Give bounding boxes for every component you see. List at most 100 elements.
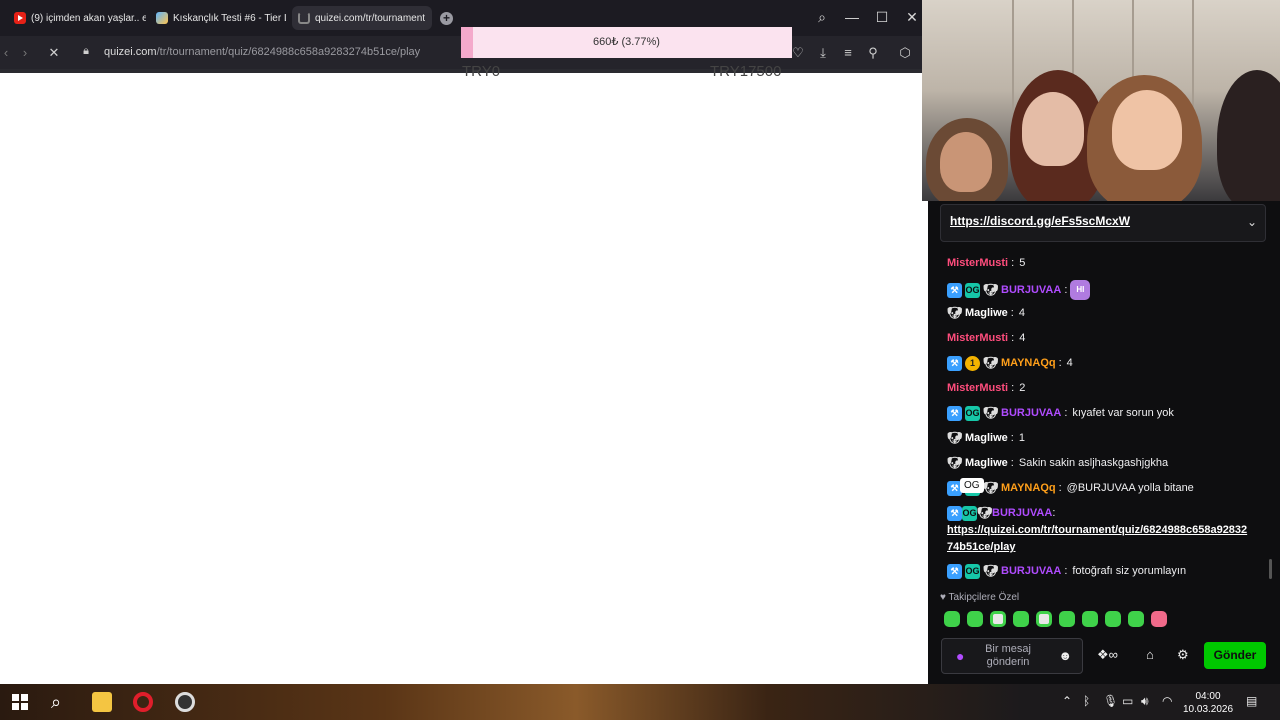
mod-badge-icon[interactable]: ⚒ xyxy=(947,282,962,298)
guest-face xyxy=(1022,92,1084,166)
chat-message: 🐶︎ Magliwe: Sakin sakin asljhaskgashjgkha xyxy=(947,455,1272,472)
mod-badge-icon[interactable]: ⚒ xyxy=(947,564,962,579)
emote-icon[interactable] xyxy=(1013,611,1029,627)
dog-badge-icon[interactable]: 🐶︎ xyxy=(947,306,962,321)
close-icon[interactable]: ✕ xyxy=(902,9,922,26)
emote-icon[interactable] xyxy=(1059,611,1075,627)
search-icon[interactable]: ⌕ xyxy=(51,692,71,712)
emote-icon[interactable] xyxy=(1082,611,1098,627)
chat-text: 4 xyxy=(1019,332,1026,344)
forward-icon[interactable]: › xyxy=(17,45,33,60)
chat-username[interactable]: BURJUVAA xyxy=(992,507,1052,519)
download-icon[interactable]: ⤓ xyxy=(815,45,831,61)
volume-icon[interactable]: 🔊︎ xyxy=(1141,694,1149,709)
microphone-tray-icon[interactable]: 🎙︎ xyxy=(1103,694,1118,708)
chat-username[interactable]: Magliwe xyxy=(965,455,1008,472)
tab-tier-list[interactable]: Kıskançlık Testi #6 - Tier Li xyxy=(156,6,286,30)
chat-username[interactable]: BURJUVAA xyxy=(1001,563,1061,580)
heart-icon[interactable]: ♡ xyxy=(790,45,806,61)
bluetooth-icon[interactable]: ᛒ xyxy=(1083,694,1090,708)
og-badge-icon[interactable]: OG xyxy=(962,505,977,521)
dog-badge-icon[interactable]: 🐶︎ xyxy=(983,564,998,579)
dog-badge-icon[interactable]: 🐶︎ xyxy=(983,406,998,421)
pinned-link[interactable]: https://discord.gg/eFs5scMcxW xyxy=(950,214,1130,228)
emoji-icon[interactable]: ☻ xyxy=(1058,648,1072,663)
emote-icon[interactable] xyxy=(990,611,1006,627)
og-badge-icon[interactable]: OG xyxy=(965,282,980,298)
extensions-icon[interactable]: ⬡ xyxy=(897,45,913,61)
chat-username[interactable]: Magliwe xyxy=(965,305,1008,322)
obs-icon[interactable] xyxy=(175,692,195,712)
chat-username[interactable]: Magliwe xyxy=(965,430,1008,447)
mod-badge-icon[interactable]: ⚒ xyxy=(947,356,962,371)
chat-username[interactable]: MisterMusti xyxy=(947,330,1008,347)
dog-badge-icon[interactable]: 🐶︎ xyxy=(977,506,992,521)
dog-badge-icon[interactable]: 🐶︎ xyxy=(983,356,998,371)
store-icon[interactable]: ⌂ xyxy=(1146,647,1154,662)
clock-time: 04:00 xyxy=(1195,691,1221,702)
coin-badge-icon[interactable]: 1 xyxy=(965,356,980,371)
chat-username[interactable]: BURJUVAA xyxy=(1001,405,1061,422)
emote-icon[interactable] xyxy=(944,611,960,627)
chat-username[interactable]: MAYNAQq xyxy=(1001,480,1056,497)
notifications-icon[interactable]: ▤ xyxy=(1246,694,1257,708)
stop-loading-icon[interactable]: ✕ xyxy=(46,45,62,61)
chat-link[interactable]: 74b51ce/play xyxy=(947,541,1016,553)
file-explorer-icon[interactable] xyxy=(92,692,112,712)
stream-chat: https://discord.gg/eFs5scMcxW ⌄ MisterMu… xyxy=(928,201,1280,684)
dog-badge-icon[interactable]: 🐶︎ xyxy=(983,481,998,496)
chat-username[interactable]: MAYNAQq xyxy=(1001,355,1056,372)
menu-list-icon[interactable]: ≡ xyxy=(840,45,856,60)
tab-youtube[interactable]: (9) içimden akan yaşlar.. e xyxy=(14,6,146,30)
gear-icon[interactable]: ⚙ xyxy=(1177,647,1189,663)
tab-quizei[interactable]: quizei.com/tr/tournament xyxy=(292,6,432,30)
og-badge-icon[interactable]: OG xyxy=(965,406,980,421)
back-icon[interactable]: ‹ xyxy=(0,45,14,60)
minimize-icon[interactable]: — xyxy=(842,9,862,25)
followers-only-label: ♥ Takipçilere Özel xyxy=(940,592,1020,603)
send-button[interactable]: Gönder xyxy=(1204,642,1266,669)
dog-badge-icon[interactable]: 🐶︎ xyxy=(983,283,998,298)
pinned-message[interactable]: https://discord.gg/eFs5scMcxW ⌄ xyxy=(940,204,1266,242)
chat-username[interactable]: BURJUVAA xyxy=(1001,282,1061,299)
battery-icon[interactable]: ▭ xyxy=(1122,694,1133,708)
opera-icon[interactable] xyxy=(133,692,153,712)
emote-icon[interactable] xyxy=(1105,611,1121,627)
mod-badge-icon[interactable]: ⚒ xyxy=(947,406,962,421)
chat-text: @BURJUVAA yolla bitane xyxy=(1066,482,1194,494)
chevron-down-icon[interactable]: ⌄ xyxy=(1247,215,1257,229)
emote-icon[interactable] xyxy=(1128,611,1144,627)
windows-start-icon[interactable] xyxy=(12,694,28,710)
emote-icon[interactable] xyxy=(1036,611,1052,627)
dog-badge-icon[interactable]: 🐶︎ xyxy=(947,431,962,446)
emote-icon[interactable] xyxy=(1151,611,1167,627)
account-icon[interactable]: ⚲ xyxy=(865,45,881,61)
taskbar-clock[interactable]: 04:00 10.03.2026 xyxy=(1183,690,1233,716)
chat-link[interactable]: https://quizei.com/tr/tournament/quiz/68… xyxy=(947,524,1247,536)
wifi-icon[interactable]: ◠ xyxy=(1162,694,1172,708)
og-badge-icon[interactable]: OG xyxy=(965,564,980,579)
scrollbar[interactable] xyxy=(1269,559,1272,579)
chat-text: kıyafet var sorun yok xyxy=(1072,407,1174,419)
dog-badge-icon[interactable]: 🐶︎ xyxy=(947,456,962,471)
search-icon[interactable]: ⌕ xyxy=(812,9,832,26)
emote-icon[interactable] xyxy=(967,611,983,627)
maximize-icon[interactable]: ☐ xyxy=(872,9,892,26)
guest-person xyxy=(1217,70,1280,201)
url-field[interactable]: quizei.com/tr/tournament/quiz/6824988c65… xyxy=(104,46,420,58)
new-tab-icon[interactable]: + xyxy=(440,12,453,25)
gift-icon[interactable]: ❖∞ xyxy=(1097,647,1118,663)
microphone-icon[interactable]: ● xyxy=(956,648,964,664)
mod-badge-icon[interactable]: ⚒ xyxy=(947,505,962,521)
chevron-up-icon[interactable]: ⌃ xyxy=(1062,694,1072,708)
chat-username[interactable]: MisterMusti xyxy=(947,380,1008,397)
chat-input[interactable]: ● Bir mesaj gönderin ☻ xyxy=(941,638,1083,674)
blind-slat xyxy=(1012,0,1014,110)
chat-separator: : xyxy=(1064,407,1068,419)
url-path: /tr/tournament/quiz/6824988c658a9283274b… xyxy=(156,46,421,58)
chat-username[interactable]: MisterMusti xyxy=(947,255,1008,272)
guest-face xyxy=(1112,90,1182,170)
clock-date: 10.03.2026 xyxy=(1183,704,1234,715)
chat-message: MisterMusti:2 xyxy=(947,380,1272,397)
tab-label: (9) içimden akan yaşlar.. e xyxy=(31,12,146,24)
